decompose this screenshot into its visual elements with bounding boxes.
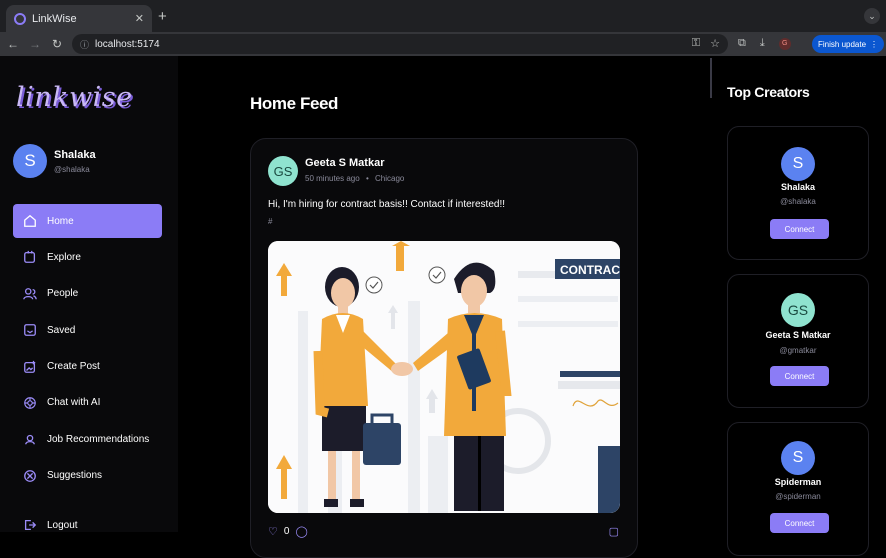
avatar[interactable]: S — [781, 441, 815, 475]
connect-button[interactable]: Connect — [770, 366, 829, 386]
creator-name[interactable]: Spiderman — [728, 477, 868, 487]
profile-avatar-icon[interactable]: G — [778, 37, 791, 50]
creator-handle: @shalaka — [780, 197, 816, 206]
post-time: 50 minutes ago — [305, 174, 360, 183]
avatar[interactable]: GS — [781, 293, 815, 327]
logout-icon — [21, 516, 39, 534]
logout-button[interactable]: Logout — [21, 516, 78, 534]
top-creators-title: Top Creators — [727, 84, 810, 100]
suggestions-icon — [21, 467, 39, 485]
main-content: Home Feed GS Geeta S Matkar 50 minutes a… — [178, 56, 710, 558]
url-text: localhost:5174 — [95, 38, 160, 50]
creator-handle: @spiderman — [775, 492, 821, 501]
post-card: GS Geeta S Matkar 50 minutes ago • Chica… — [250, 138, 638, 558]
bookmark-icon — [21, 321, 39, 339]
sidebar-item-saved[interactable]: Saved — [13, 313, 162, 347]
sidebar-nav: Home Explore People Saved Create Post Ch… — [13, 204, 162, 495]
top-creators-panel: Top Creators S Shalaka @shalaka Connect … — [712, 56, 886, 556]
sidebar-item-label: Job Recommendations — [47, 433, 150, 445]
sidebar-item-label: Home — [47, 215, 74, 227]
creator-name[interactable]: Shalaka — [728, 182, 868, 192]
logout-label: Logout — [47, 519, 78, 531]
close-tab-icon[interactable]: ✕ — [135, 12, 144, 25]
home-icon — [21, 212, 39, 230]
image-sign-text: CONTRAC — [560, 263, 620, 277]
address-toolbar: ← → ↻ ⓘ localhost:5174 ⚿ ☆ ⧉ ⤓ G Finish … — [0, 32, 886, 56]
back-icon[interactable]: ← — [4, 37, 22, 51]
extensions-icon[interactable]: ⧉ — [738, 37, 746, 50]
browser-tab-strip: LinkWise ✕ + ⌄ — [0, 0, 886, 32]
sidebar-item-label: Chat with AI — [47, 397, 101, 409]
post-location: Chicago — [374, 174, 405, 183]
forward-icon[interactable]: → — [26, 37, 44, 51]
app-logo[interactable]: linkwise — [16, 82, 133, 113]
sidebar-item-job-recommendations[interactable]: Job Recommendations — [13, 422, 162, 456]
sidebar-item-label: Create Post — [47, 361, 100, 373]
creator-card: GS Geeta S Matkar @gmatkar Connect — [727, 274, 869, 408]
post-image[interactable]: CONTRAC — [268, 241, 620, 513]
reload-icon[interactable]: ↻ — [48, 37, 66, 51]
sidebar-item-label: People — [47, 288, 79, 300]
post-caption: Hi, I'm hiring for contract basis!! Cont… — [268, 199, 506, 210]
avatar[interactable]: S — [13, 144, 47, 178]
site-info-icon[interactable]: ⓘ — [80, 38, 89, 51]
people-icon — [21, 285, 39, 303]
creator-name[interactable]: Geeta S Matkar — [728, 330, 868, 340]
create-post-icon — [21, 358, 39, 376]
tab-search-icon[interactable]: ⌄ — [864, 8, 880, 24]
creator-handle: @gmatkar — [779, 346, 817, 355]
url-bar[interactable]: ⓘ localhost:5174 ⚿ ☆ — [72, 34, 728, 54]
sidebar-item-people[interactable]: People — [13, 277, 162, 311]
handshake-illustration: CONTRAC — [268, 241, 620, 513]
browser-tab[interactable]: LinkWise ✕ — [6, 5, 152, 32]
sidebar-item-create-post[interactable]: Create Post — [13, 350, 162, 384]
post-tags[interactable]: # — [268, 217, 272, 226]
download-icon[interactable]: ⤓ — [760, 37, 765, 50]
creator-card: S Shalaka @shalaka Connect — [727, 126, 869, 260]
tab-title: LinkWise — [32, 12, 77, 25]
creator-card: S Spiderman @spiderman Connect — [727, 422, 869, 556]
explore-icon — [21, 248, 39, 266]
sidebar-item-explore[interactable]: Explore — [13, 240, 162, 274]
sidebar-item-suggestions[interactable]: Suggestions — [13, 459, 162, 493]
avatar[interactable]: GS — [268, 156, 298, 186]
avatar[interactable]: S — [781, 147, 815, 181]
password-key-icon[interactable]: ⚿ — [692, 37, 700, 50]
sidebar-item-home[interactable]: Home — [13, 204, 162, 238]
ai-chat-icon — [21, 394, 39, 412]
meta-separator: • — [365, 174, 369, 183]
job-icon — [21, 430, 39, 448]
sidebar-item-label: Saved — [47, 324, 76, 336]
post-meta: 50 minutes ago • Chicago — [305, 174, 404, 183]
new-tab-icon[interactable]: + — [158, 8, 167, 25]
user-handle: @shalaka — [54, 165, 90, 174]
bookmark-star-icon[interactable]: ☆ — [710, 37, 720, 50]
finish-update-button[interactable]: Finish update ⋮ — [812, 35, 885, 53]
favicon-icon — [14, 12, 26, 25]
sidebar-item-label: Explore — [47, 251, 81, 263]
post-author[interactable]: Geeta S Matkar — [305, 157, 384, 169]
connect-button[interactable]: Connect — [770, 219, 829, 239]
user-name[interactable]: Shalaka — [54, 149, 96, 161]
page-title: Home Feed — [250, 94, 339, 113]
kebab-menu-icon: ⋮ — [870, 39, 879, 49]
update-label: Finish update — [818, 39, 867, 49]
sidebar-item-chat-with-ai[interactable]: Chat with AI — [13, 386, 162, 420]
sidebar-item-label: Suggestions — [47, 470, 103, 482]
connect-button[interactable]: Connect — [770, 513, 829, 533]
sidebar: linkwise S Shalaka @shalaka Home Explore… — [0, 56, 178, 532]
